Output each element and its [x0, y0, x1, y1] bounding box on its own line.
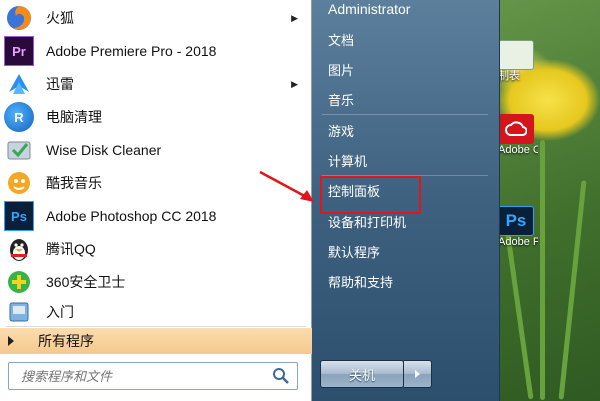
qq-penguin-icon	[4, 234, 34, 264]
annotation-arrow-icon	[259, 170, 314, 202]
program-wise-disk-cleaner[interactable]: Wise Disk Cleaner	[0, 134, 312, 166]
games-link[interactable]: 游戏	[316, 118, 494, 142]
flower-stem	[540, 140, 545, 400]
chevron-right-icon	[415, 370, 420, 378]
program-getting-started[interactable]: 入门	[0, 296, 312, 328]
desktop-icon-creative-cloud[interactable]: Adobe Creati...	[498, 114, 538, 157]
separator	[6, 326, 306, 327]
program-name: Adobe Premiere Pro - 2018	[46, 43, 217, 59]
program-name: 腾讯QQ	[46, 241, 96, 257]
separator	[322, 114, 488, 115]
control-panel-highlight-box	[320, 176, 421, 214]
program-name: 火狐	[46, 10, 74, 26]
documents-link[interactable]: 文档	[316, 27, 494, 51]
program-360-security[interactable]: 360安全卫士	[0, 266, 312, 298]
program-name: Wise Disk Cleaner	[46, 142, 162, 158]
program-firefox[interactable]: 火狐 ▶	[0, 2, 312, 34]
desktop-icon-label: Adobe Photosh...	[498, 236, 538, 248]
program-name: 酷我音乐	[46, 175, 102, 191]
all-programs-item[interactable]: 所有程序	[0, 328, 312, 354]
photoshop-icon: Ps	[4, 201, 34, 231]
submenu-arrow-icon: ▶	[291, 78, 298, 89]
search-box[interactable]	[8, 362, 298, 390]
getting-started-icon	[4, 297, 34, 327]
program-computer-cleanup[interactable]: R 电脑清理	[0, 101, 312, 133]
program-name: 电脑清理	[46, 109, 102, 125]
desktop-icon-label: Adobe Creati...	[498, 144, 538, 156]
xunlei-icon	[4, 69, 34, 99]
360-security-icon	[4, 267, 34, 297]
shutdown-options-button[interactable]	[404, 360, 432, 388]
program-premiere-pro[interactable]: Pr Adobe Premiere Pro - 2018	[0, 35, 312, 67]
computer-link[interactable]: 计算机	[316, 148, 494, 172]
help-and-support-link[interactable]: 帮助和支持	[316, 269, 494, 293]
program-qq[interactable]: 腾讯QQ	[0, 233, 312, 265]
firefox-icon	[4, 3, 34, 33]
submenu-arrow-icon: ▶	[291, 12, 298, 23]
photoshop-desktop-icon: Ps	[498, 206, 534, 236]
desktop-icon-spreadsheet[interactable]: 制表	[498, 40, 538, 83]
pictures-link[interactable]: 图片	[316, 57, 494, 81]
program-xunlei[interactable]: 迅雷 ▶	[0, 68, 312, 100]
wise-disk-cleaner-icon	[4, 135, 34, 165]
default-programs-link[interactable]: 默认程序	[316, 239, 494, 263]
computer-cleanup-icon: R	[4, 102, 34, 132]
program-name: 360安全卫士	[46, 274, 126, 290]
user-account-link[interactable]: Administrator	[316, 0, 494, 21]
flower-stem	[558, 180, 587, 400]
desktop-icon-photoshop[interactable]: Ps Adobe Photosh...	[498, 206, 538, 249]
program-name: Adobe Photoshop CC 2018	[46, 208, 217, 224]
premiere-pro-icon: Pr	[4, 36, 34, 66]
spreadsheet-icon	[498, 40, 534, 70]
music-link[interactable]: 音乐	[316, 87, 494, 111]
all-programs-label: 所有程序	[38, 333, 94, 349]
desktop-icon-label: 制表	[498, 70, 520, 82]
program-name: 迅雷	[46, 76, 74, 92]
adobe-creative-cloud-icon	[498, 114, 534, 144]
expand-arrow-icon	[8, 336, 14, 346]
shutdown-button[interactable]: 关机	[320, 360, 404, 388]
program-name: 入门	[46, 304, 74, 320]
kuwo-music-icon	[4, 168, 34, 198]
search-icon[interactable]	[271, 366, 291, 386]
search-input[interactable]	[9, 364, 271, 388]
